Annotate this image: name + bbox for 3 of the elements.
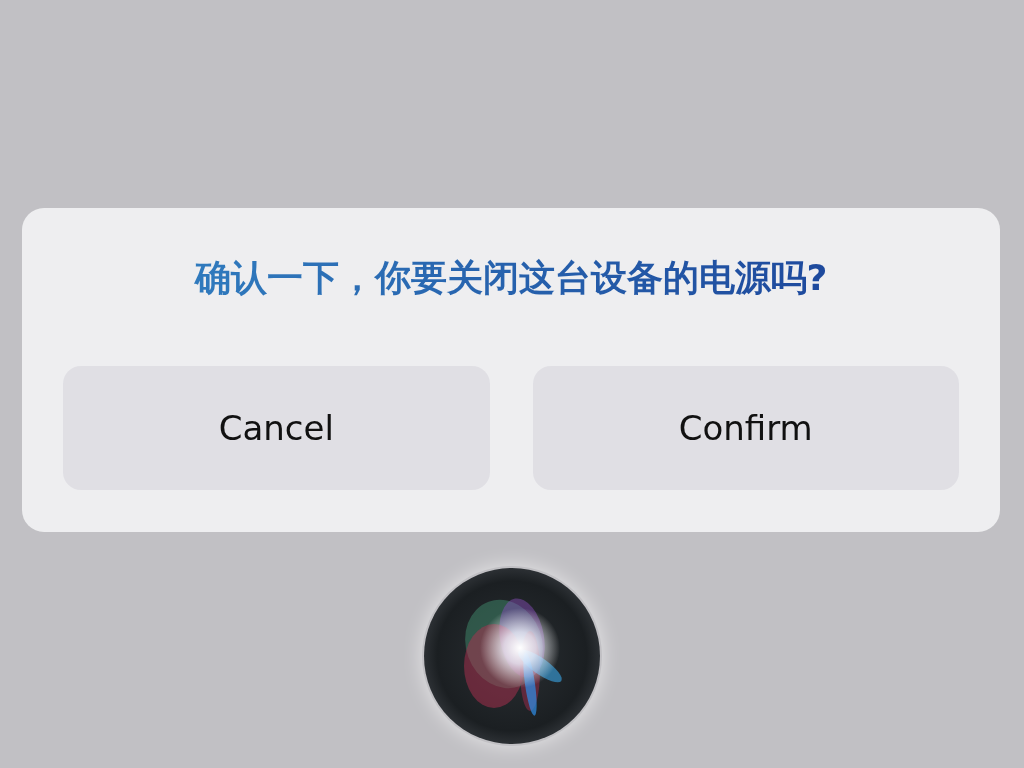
dialog-button[interactable]: Cancel	[63, 366, 490, 490]
voice-orb-icon[interactable]	[422, 566, 602, 746]
dialog-button[interactable]: Confirm	[532, 366, 959, 490]
